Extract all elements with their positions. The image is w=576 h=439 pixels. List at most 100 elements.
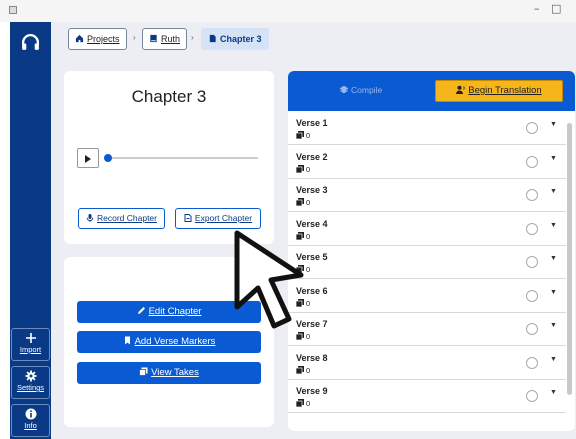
info-button[interactable]: Info — [11, 404, 50, 437]
view-takes-label: View Takes — [151, 367, 199, 378]
chevron-down-icon[interactable]: ▼ — [550, 121, 557, 128]
verse-row[interactable]: Verse 3 0 ▼ — [288, 178, 566, 212]
compile-label: Compile — [351, 85, 383, 95]
info-label: Info — [24, 421, 37, 430]
verse-take-count: 0 — [296, 399, 310, 408]
verse-row[interactable]: Verse 8 0 ▼ — [288, 346, 566, 380]
verse-row[interactable]: Verse 9 0 ▼ — [288, 379, 566, 413]
chevron-down-icon[interactable]: ▼ — [550, 289, 557, 296]
playback-slider[interactable] — [106, 157, 258, 159]
verse-row[interactable]: Verse 5 0 ▼ — [288, 245, 566, 279]
begin-translation-button[interactable]: Begin Translation — [435, 80, 563, 102]
chapter-title: Chapter 3 — [131, 87, 207, 106]
mouse-cursor-icon — [234, 230, 304, 329]
chevron-down-icon[interactable]: ▼ — [550, 188, 557, 195]
verse-select-radio[interactable] — [526, 189, 538, 201]
verse-select-radio[interactable] — [526, 222, 538, 235]
breadcrumb-ruth-label: Ruth — [161, 34, 181, 44]
app-icon — [9, 6, 17, 14]
sidebar: Import Settings Info — [10, 22, 51, 439]
verse-name: Verse 8 — [296, 352, 328, 363]
verse-row[interactable]: Verse 4 0 ▼ — [288, 212, 566, 246]
view-takes-button[interactable]: View Takes — [77, 362, 261, 384]
breadcrumb-ruth[interactable]: Ruth — [142, 28, 188, 50]
verse-take-count: 0 — [296, 164, 311, 174]
verse-select-radio[interactable] — [526, 155, 538, 168]
takes-icon — [296, 399, 304, 407]
verse-select-radio[interactable] — [526, 390, 538, 402]
add-verse-markers-label: Add Verse Markers — [134, 336, 216, 347]
settings-button[interactable]: Settings — [11, 366, 50, 399]
chevron-down-icon[interactable]: ▼ — [550, 322, 557, 329]
verse-name: Verse 2 — [296, 151, 328, 162]
minimize-button[interactable]: – — [534, 2, 540, 15]
play-icon — [85, 155, 91, 163]
title-bar: – □ — [0, 0, 576, 22]
microphone-icon — [86, 214, 94, 222]
playback-slider-thumb[interactable] — [104, 154, 112, 162]
verse-row[interactable]: Verse 6 0 ▼ — [288, 279, 566, 313]
import-button[interactable]: Import — [11, 328, 50, 361]
user-voice-icon — [456, 85, 465, 94]
headphones-icon — [21, 34, 40, 50]
takes-icon — [296, 131, 304, 139]
breadcrumb-separator: › — [191, 33, 194, 42]
verse-name: Verse 1 — [296, 118, 328, 128]
settings-label: Settings — [16, 383, 45, 392]
breadcrumb-chapter: Chapter 3 — [201, 28, 269, 50]
breadcrumb-projects-label: Projects — [87, 34, 120, 44]
breadcrumb-separator: › — [133, 33, 136, 42]
file-export-icon — [184, 214, 192, 222]
gear-icon — [25, 370, 36, 382]
plus-icon — [25, 333, 36, 343]
verse-name: Verse 3 — [296, 185, 328, 195]
edit-chapter-label: Edit Chapter — [148, 306, 202, 317]
chevron-down-icon[interactable]: ▼ — [550, 389, 557, 396]
verse-select-radio[interactable] — [526, 323, 538, 335]
chevron-down-icon[interactable]: ▼ — [550, 222, 557, 229]
record-chapter-label: Record Chapter — [96, 213, 157, 223]
book-icon — [150, 34, 157, 43]
takes-icon — [296, 164, 304, 173]
takes-icon — [296, 198, 304, 206]
verse-list-scrollbar[interactable] — [567, 123, 572, 395]
document-icon — [209, 34, 216, 43]
verse-select-radio[interactable] — [526, 356, 538, 369]
verse-row[interactable]: Verse 1 0 ▼ — [288, 111, 566, 145]
maximize-button[interactable]: □ — [551, 2, 561, 15]
breadcrumb-projects[interactable]: Projects — [68, 28, 127, 50]
info-icon — [25, 408, 36, 420]
begin-translation-label: Begin Translation — [468, 85, 542, 96]
verse-name: Verse 9 — [296, 386, 328, 396]
bookmark-icon — [124, 336, 130, 345]
chevron-down-icon[interactable]: ▼ — [550, 155, 557, 162]
layers-icon — [139, 367, 148, 376]
export-chapter-label: Export Chapter — [194, 213, 253, 223]
verse-take-count-value: 0 — [306, 198, 311, 207]
play-button[interactable] — [77, 148, 99, 168]
verse-select-radio[interactable] — [526, 256, 538, 268]
verse-select-radio[interactable] — [526, 122, 538, 134]
verse-take-count: 0 — [296, 365, 311, 375]
verse-take-count-value: 0 — [306, 365, 311, 375]
pencil-icon — [137, 307, 145, 314]
record-chapter-button[interactable]: Record Chapter — [78, 208, 165, 229]
import-label: Import — [19, 345, 42, 354]
chevron-down-icon[interactable]: ▼ — [550, 255, 557, 262]
export-chapter-button[interactable]: Export Chapter — [175, 208, 261, 229]
chapter-card: Chapter 3 Record Chapter Export Chapter — [64, 71, 274, 244]
verse-take-count: 0 — [296, 198, 310, 207]
verse-take-count: 0 — [296, 131, 310, 140]
verse-select-radio[interactable] — [526, 289, 538, 302]
verse-take-count-value: 0 — [306, 131, 311, 140]
verse-row[interactable]: Verse 2 0 ▼ — [288, 145, 566, 179]
verse-row[interactable]: Verse 7 0 ▼ — [288, 312, 566, 346]
compile-icon — [340, 86, 348, 94]
verse-panel-header: Compile Begin Translation — [288, 71, 575, 111]
home-icon — [75, 34, 84, 43]
compile-button[interactable]: Compile — [340, 85, 382, 95]
verse-take-count-value: 0 — [306, 164, 311, 174]
verse-panel: Compile Begin Translation Verse 1 0 ▼ Verse… — [288, 71, 575, 431]
breadcrumb-chapter-label: Chapter 3 — [220, 34, 262, 44]
chevron-down-icon[interactable]: ▼ — [550, 356, 557, 363]
